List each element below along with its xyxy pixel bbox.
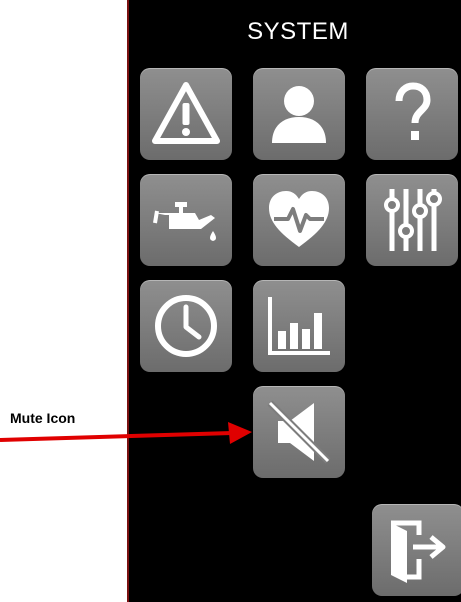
clock-icon [155, 295, 217, 357]
settings-button[interactable] [366, 174, 458, 266]
mute-button[interactable] [253, 386, 345, 478]
sliders-icon [384, 189, 442, 251]
annotation-arrow [0, 422, 252, 444]
health-button[interactable] [253, 174, 345, 266]
help-button[interactable] [366, 68, 458, 160]
exit-button[interactable] [372, 504, 461, 596]
oil-can-icon [153, 202, 216, 241]
panel-title: SYSTEM [247, 18, 349, 45]
warning-button[interactable] [140, 68, 232, 160]
stats-button[interactable] [253, 280, 345, 372]
user-button[interactable] [253, 68, 345, 160]
user-icon [272, 86, 326, 143]
oil-button[interactable] [140, 174, 232, 266]
clock-button[interactable] [140, 280, 232, 372]
exit-door-icon [391, 520, 446, 583]
mute-speaker-icon [267, 400, 331, 464]
bar-chart-icon [268, 297, 330, 355]
warning-triangle-icon [152, 82, 220, 144]
heart-pulse-icon [269, 191, 329, 247]
screen: SYSTEM Mute Icon [0, 0, 461, 602]
question-mark-icon [395, 82, 431, 140]
